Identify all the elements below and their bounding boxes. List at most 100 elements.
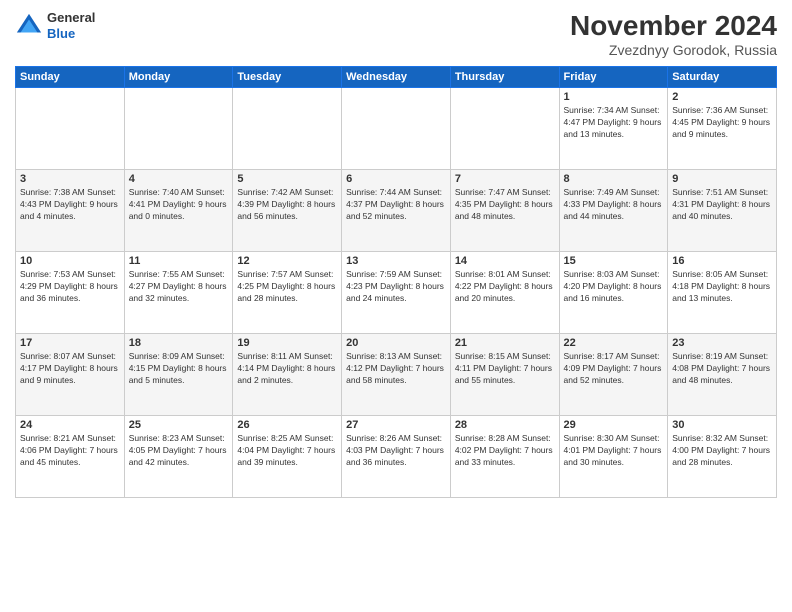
day-info: Sunrise: 7:36 AM Sunset: 4:45 PM Dayligh… <box>672 105 772 141</box>
day-info: Sunrise: 7:34 AM Sunset: 4:47 PM Dayligh… <box>564 105 664 141</box>
day-info: Sunrise: 7:44 AM Sunset: 4:37 PM Dayligh… <box>346 187 446 223</box>
calendar-week-2: 10 Sunrise: 7:53 AM Sunset: 4:29 PM Dayli… <box>16 252 777 334</box>
calendar-cell: 9 Sunrise: 7:51 AM Sunset: 4:31 PM Daylig… <box>668 170 777 252</box>
calendar-cell: 1Sunrise: 7:34 AM Sunset: 4:47 PM Daylig… <box>559 88 668 170</box>
col-thursday: Thursday <box>450 67 559 88</box>
calendar-cell: 24 Sunrise: 8:21 AM Sunset: 4:06 PM Dayli… <box>16 416 125 498</box>
calendar-cell: 2Sunrise: 7:36 AM Sunset: 4:45 PM Daylig… <box>668 88 777 170</box>
day-info: Sunrise: 8:32 AM Sunset: 4:00 PM Dayligh… <box>672 433 772 469</box>
calendar-cell: 19Sunrise: 8:11 AM Sunset: 4:14 PM Dayli… <box>233 334 342 416</box>
day-info: Sunrise: 7:51 AM Sunset: 4:31 PM Dayligh… <box>672 187 772 223</box>
logo-icon <box>15 12 43 40</box>
calendar-header: Sunday Monday Tuesday Wednesday Thursday… <box>16 67 777 88</box>
calendar-cell: 16Sunrise: 8:05 AM Sunset: 4:18 PM Dayli… <box>668 252 777 334</box>
day-number: 27 <box>346 419 446 431</box>
day-number: 14 <box>455 255 555 267</box>
calendar-cell: 30Sunrise: 8:32 AM Sunset: 4:00 PM Dayli… <box>668 416 777 498</box>
day-info: Sunrise: 7:57 AM Sunset: 4:25 PM Dayligh… <box>237 269 337 305</box>
calendar-cell: 29 Sunrise: 8:30 AM Sunset: 4:01 PM Dayli… <box>559 416 668 498</box>
calendar-cell <box>233 88 342 170</box>
day-info: Sunrise: 7:59 AM Sunset: 4:23 PM Dayligh… <box>346 269 446 305</box>
day-number: 6 <box>346 173 446 185</box>
col-wednesday: Wednesday <box>342 67 451 88</box>
day-number: 5 <box>237 173 337 185</box>
calendar-cell: 7 Sunrise: 7:47 AM Sunset: 4:35 PM Daylig… <box>450 170 559 252</box>
calendar-week-1: 3 Sunrise: 7:38 AM Sunset: 4:43 PM Daylig… <box>16 170 777 252</box>
calendar-cell: 21Sunrise: 8:15 AM Sunset: 4:11 PM Dayli… <box>450 334 559 416</box>
day-info: Sunrise: 7:42 AM Sunset: 4:39 PM Dayligh… <box>237 187 337 223</box>
day-number: 10 <box>20 255 120 267</box>
calendar-week-0: 1Sunrise: 7:34 AM Sunset: 4:47 PM Daylig… <box>16 88 777 170</box>
col-sunday: Sunday <box>16 67 125 88</box>
calendar-cell: 23Sunrise: 8:19 AM Sunset: 4:08 PM Dayli… <box>668 334 777 416</box>
title-area: November 2024 Zvezdnyy Gorodok, Russia <box>570 10 777 58</box>
calendar-cell: 3 Sunrise: 7:38 AM Sunset: 4:43 PM Daylig… <box>16 170 125 252</box>
calendar-cell: 27 Sunrise: 8:26 AM Sunset: 4:03 PM Dayli… <box>342 416 451 498</box>
calendar-cell <box>342 88 451 170</box>
col-tuesday: Tuesday <box>233 67 342 88</box>
calendar-cell: 26Sunrise: 8:25 AM Sunset: 4:04 PM Dayli… <box>233 416 342 498</box>
day-info: Sunrise: 7:49 AM Sunset: 4:33 PM Dayligh… <box>564 187 664 223</box>
day-info: Sunrise: 8:23 AM Sunset: 4:05 PM Dayligh… <box>129 433 229 469</box>
day-number: 15 <box>564 255 664 267</box>
header: General Blue November 2024 Zvezdnyy Goro… <box>15 10 777 58</box>
calendar-cell: 12Sunrise: 7:57 AM Sunset: 4:25 PM Dayli… <box>233 252 342 334</box>
calendar-cell: 14 Sunrise: 8:01 AM Sunset: 4:22 PM Dayli… <box>450 252 559 334</box>
day-number: 22 <box>564 337 664 349</box>
day-info: Sunrise: 7:40 AM Sunset: 4:41 PM Dayligh… <box>129 187 229 223</box>
day-number: 25 <box>129 419 229 431</box>
day-info: Sunrise: 7:53 AM Sunset: 4:29 PM Dayligh… <box>20 269 120 305</box>
calendar-cell: 17 Sunrise: 8:07 AM Sunset: 4:17 PM Dayli… <box>16 334 125 416</box>
month-title: November 2024 <box>570 10 777 42</box>
col-saturday: Saturday <box>668 67 777 88</box>
header-row: Sunday Monday Tuesday Wednesday Thursday… <box>16 67 777 88</box>
calendar-cell: 25 Sunrise: 8:23 AM Sunset: 4:05 PM Dayli… <box>124 416 233 498</box>
day-info: Sunrise: 7:55 AM Sunset: 4:27 PM Dayligh… <box>129 269 229 305</box>
day-info: Sunrise: 8:28 AM Sunset: 4:02 PM Dayligh… <box>455 433 555 469</box>
day-number: 11 <box>129 255 229 267</box>
calendar-cell: 20Sunrise: 8:13 AM Sunset: 4:12 PM Dayli… <box>342 334 451 416</box>
day-info: Sunrise: 8:11 AM Sunset: 4:14 PM Dayligh… <box>237 351 337 387</box>
day-info: Sunrise: 8:09 AM Sunset: 4:15 PM Dayligh… <box>129 351 229 387</box>
day-number: 24 <box>20 419 120 431</box>
day-info: Sunrise: 8:01 AM Sunset: 4:22 PM Dayligh… <box>455 269 555 305</box>
day-info: Sunrise: 7:38 AM Sunset: 4:43 PM Dayligh… <box>20 187 120 223</box>
calendar-cell: 28 Sunrise: 8:28 AM Sunset: 4:02 PM Dayli… <box>450 416 559 498</box>
day-info: Sunrise: 8:15 AM Sunset: 4:11 PM Dayligh… <box>455 351 555 387</box>
day-number: 3 <box>20 173 120 185</box>
day-number: 16 <box>672 255 772 267</box>
day-info: Sunrise: 8:26 AM Sunset: 4:03 PM Dayligh… <box>346 433 446 469</box>
logo-blue: Blue <box>47 26 75 41</box>
day-number: 29 <box>564 419 664 431</box>
calendar-cell <box>450 88 559 170</box>
day-info: Sunrise: 8:07 AM Sunset: 4:17 PM Dayligh… <box>20 351 120 387</box>
calendar-cell: 5 Sunrise: 7:42 AM Sunset: 4:39 PM Daylig… <box>233 170 342 252</box>
calendar-cell: 6 Sunrise: 7:44 AM Sunset: 4:37 PM Daylig… <box>342 170 451 252</box>
day-number: 28 <box>455 419 555 431</box>
day-number: 8 <box>564 173 664 185</box>
calendar-cell: 13Sunrise: 7:59 AM Sunset: 4:23 PM Dayli… <box>342 252 451 334</box>
col-friday: Friday <box>559 67 668 88</box>
day-number: 4 <box>129 173 229 185</box>
location: Zvezdnyy Gorodok, Russia <box>570 42 777 58</box>
calendar-week-4: 24 Sunrise: 8:21 AM Sunset: 4:06 PM Dayli… <box>16 416 777 498</box>
calendar-week-3: 17 Sunrise: 8:07 AM Sunset: 4:17 PM Dayli… <box>16 334 777 416</box>
calendar-cell: 10 Sunrise: 7:53 AM Sunset: 4:29 PM Dayli… <box>16 252 125 334</box>
calendar-cell: 22 Sunrise: 8:17 AM Sunset: 4:09 PM Dayli… <box>559 334 668 416</box>
day-info: Sunrise: 8:17 AM Sunset: 4:09 PM Dayligh… <box>564 351 664 387</box>
day-info: Sunrise: 8:30 AM Sunset: 4:01 PM Dayligh… <box>564 433 664 469</box>
calendar-cell: 8 Sunrise: 7:49 AM Sunset: 4:33 PM Daylig… <box>559 170 668 252</box>
day-info: Sunrise: 8:21 AM Sunset: 4:06 PM Dayligh… <box>20 433 120 469</box>
day-number: 17 <box>20 337 120 349</box>
day-number: 9 <box>672 173 772 185</box>
calendar-cell: 4 Sunrise: 7:40 AM Sunset: 4:41 PM Daylig… <box>124 170 233 252</box>
calendar-table: Sunday Monday Tuesday Wednesday Thursday… <box>15 66 777 498</box>
day-info: Sunrise: 8:25 AM Sunset: 4:04 PM Dayligh… <box>237 433 337 469</box>
day-info: Sunrise: 7:47 AM Sunset: 4:35 PM Dayligh… <box>455 187 555 223</box>
calendar-cell <box>16 88 125 170</box>
day-number: 20 <box>346 337 446 349</box>
day-info: Sunrise: 8:03 AM Sunset: 4:20 PM Dayligh… <box>564 269 664 305</box>
day-number: 7 <box>455 173 555 185</box>
calendar-cell <box>124 88 233 170</box>
day-number: 23 <box>672 337 772 349</box>
